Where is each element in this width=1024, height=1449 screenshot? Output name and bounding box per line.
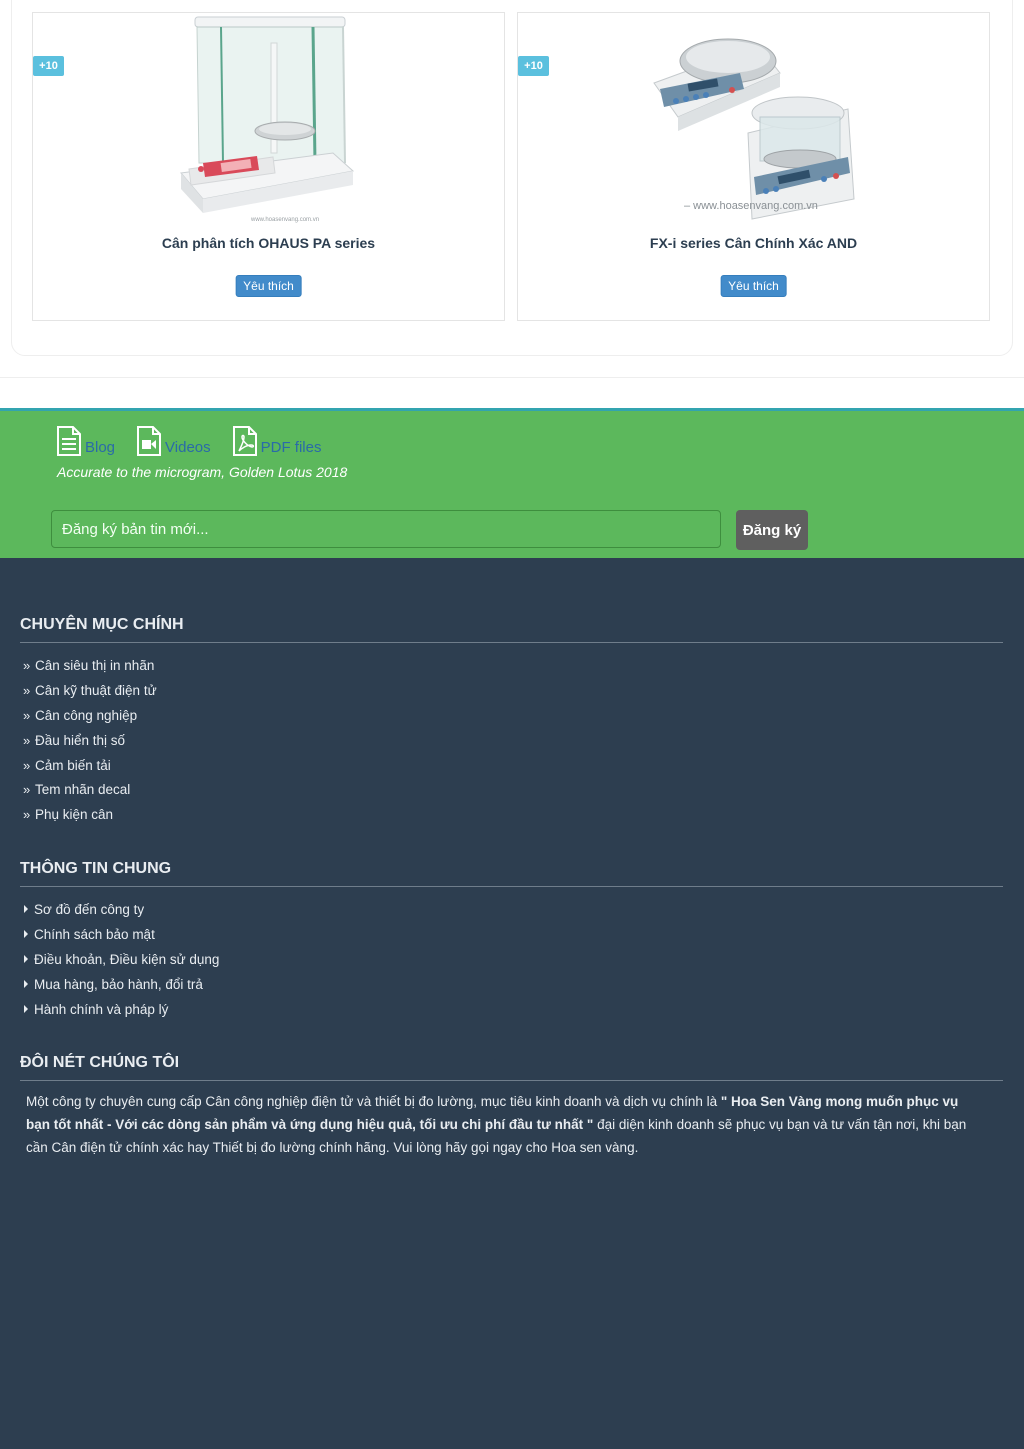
product-image-ohaus-pa[interactable]: www.hoasenvang.com.vn [163,13,373,223]
main-categories-list: » Cân siêu thị in nhãn » Cân kỹ thuật điện… [23,653,157,827]
caret-right-icon [24,980,28,989]
info-link[interactable]: Hành chính và pháp lý [23,997,219,1022]
double-chevron-icon: » [23,732,31,748]
info-link[interactable]: Chính sách bảo mật [23,922,219,947]
about-title: ĐÔI NÉT CHÚNG TÔI [20,1054,1003,1081]
blog-link-label: Blog [85,439,116,456]
product-name[interactable]: Cân phân tích OHAUS PA series [33,235,504,251]
general-info-title: THÔNG TIN CHUNG [20,860,1003,887]
quick-links: Blog Videos PDF files [55,426,321,456]
videos-link-label: Videos [165,439,211,456]
newsletter-email-input[interactable] [51,510,721,548]
category-link[interactable]: » Phụ kiện cân [23,802,157,827]
category-link[interactable]: » Tem nhãn decal [23,777,157,802]
videos-link[interactable]: Videos [135,426,211,456]
caret-right-icon [24,905,28,914]
tagline: Accurate to the microgram, Golden Lotus … [57,464,348,480]
blog-link[interactable]: Blog [55,426,115,456]
section-divider [0,377,1024,408]
caret-right-icon [24,1005,28,1013]
caret-right-icon [24,930,28,939]
watermark-text: – www.hoasenvang.com.vn [684,200,818,212]
info-link[interactable]: Điều khoản, Điều kiện sử dụng [23,947,219,972]
video-file-icon [137,426,162,456]
caret-right-icon [24,955,28,964]
double-chevron-icon: » [23,682,31,698]
category-link[interactable]: » Đầu hiển thị số [23,728,157,753]
category-link[interactable]: » Cảm biến tải [23,753,157,778]
category-link[interactable]: » Cân công nghiệp [23,703,157,728]
favorite-button[interactable]: Yêu thích [235,275,302,297]
double-chevron-icon: » [23,707,31,723]
double-chevron-icon: » [23,782,31,798]
count-badge: +10 [518,56,549,76]
pdf-files-link[interactable]: PDF files [231,426,322,456]
footer: CHUYÊN MỤC CHÍNH » Cân siêu thị in nhãn »… [0,558,1024,1449]
count-badge: +10 [33,56,64,76]
document-icon [57,426,81,456]
general-info-list: Sơ đồ đến công ty Chính sách bảo mật Điề… [23,897,219,1021]
about-text: Một công ty chuyên cung cấp Cân công ngh… [26,1094,967,1155]
category-link[interactable]: » Cân siêu thị in nhãn [23,653,157,678]
watermark-text: www.hoasenvang.com.vn [250,217,319,223]
product-image-and-fx-i[interactable]: – www.hoasenvang.com.vn [648,13,858,223]
double-chevron-icon: » [23,757,31,773]
double-chevron-icon: » [23,657,31,673]
subscribe-button[interactable]: Đăng ký [736,510,808,550]
product-card[interactable]: +10 – www.hoasenvang.com.vn FX-i series … [517,12,990,321]
favorite-button[interactable]: Yêu thích [720,275,787,297]
double-chevron-icon: » [23,807,31,823]
category-link[interactable]: » Cân kỹ thuật điện tử [23,678,157,703]
info-link[interactable]: Mua hàng, bảo hành, đổi trả [23,972,219,997]
newsletter-band: Blog Videos PDF files Accurate to the mi… [0,408,1024,558]
info-link[interactable]: Sơ đồ đến công ty [23,897,219,922]
pdf-files-link-label: PDF files [260,439,322,456]
main-categories-title: CHUYÊN MỤC CHÍNH [20,616,1003,643]
product-name[interactable]: FX-i series Cân Chính Xác AND [518,235,989,251]
product-card[interactable]: +10 www.hoasenvang.com.vn Cân phân tích … [32,12,505,321]
pdf-file-icon [232,426,257,456]
